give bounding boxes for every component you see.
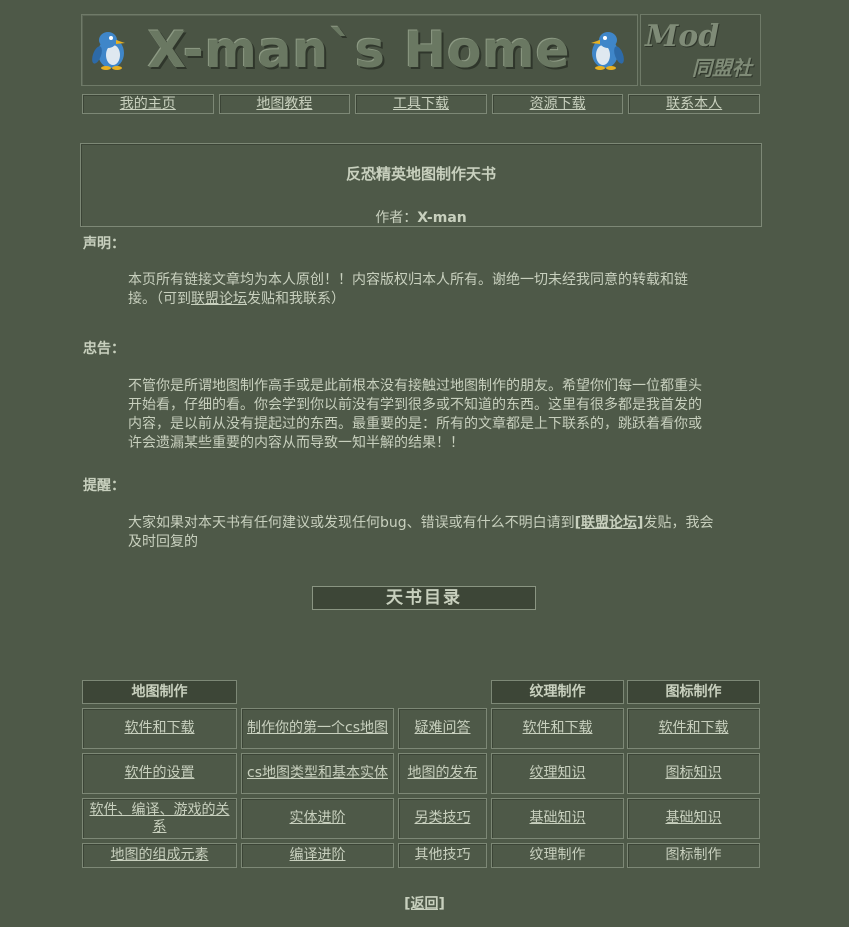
declare-text-b: 发贴和我联系） bbox=[247, 291, 345, 307]
declare-label: 声明： bbox=[83, 236, 125, 252]
cell-label: 其他技巧 bbox=[414, 847, 471, 863]
link-faq[interactable]: 疑难问答 bbox=[398, 708, 487, 749]
cell-label: 另类技巧 bbox=[414, 810, 471, 826]
penguin-icon bbox=[591, 32, 624, 70]
cell-label: 软件和下载 bbox=[658, 720, 729, 736]
nav-tool-download[interactable]: 工具下载 bbox=[355, 94, 487, 114]
cell-label: 基础知识 bbox=[529, 810, 586, 826]
link-alt-tricks[interactable]: 另类技巧 bbox=[398, 798, 487, 839]
cell-label: 纹理制作 bbox=[529, 847, 586, 863]
link-icon-software[interactable]: 软件和下载 bbox=[627, 708, 760, 749]
link-software-compile-game[interactable]: 软件、编译、游戏的关系 bbox=[82, 798, 237, 839]
link-texture-knowledge[interactable]: 纹理知识 bbox=[491, 753, 624, 794]
remind-text-a: 大家如果对本天书有任何建议或发现任何bug、错误或有什么不明白请到 bbox=[128, 515, 575, 531]
link-texture-basics[interactable]: 基础知识 bbox=[491, 798, 624, 839]
link-texture-software[interactable]: 软件和下载 bbox=[491, 708, 624, 749]
link-map-types[interactable]: cs地图类型和基本实体 bbox=[241, 753, 394, 794]
advice-text: 不管你是所谓地图制作高手或是此前根本没有接触过地图制作的朋友。希望你们每一位都重… bbox=[128, 378, 702, 451]
declare-text: 本页所有链接文章均为本人原创！！内容版权归本人所有。谢绝一切未经我同意的转载和链… bbox=[128, 271, 714, 309]
cell-label: 疑难问答 bbox=[414, 720, 471, 736]
nav-home[interactable]: 我的主页 bbox=[82, 94, 214, 114]
texture-making: 纹理制作 bbox=[491, 843, 624, 868]
banner: X-man`s Home bbox=[81, 14, 638, 86]
directory-header: 天书目录 bbox=[312, 586, 536, 610]
cell-label: 地图的发布 bbox=[407, 765, 478, 781]
link-compile-advanced[interactable]: 编译进阶 bbox=[241, 843, 394, 868]
link-map-elements[interactable]: 地图的组成元素 bbox=[82, 843, 237, 868]
cell-label: 图标知识 bbox=[665, 765, 722, 781]
forum-link[interactable]: 联盟论坛 bbox=[191, 291, 247, 307]
link-map-release[interactable]: 地图的发布 bbox=[398, 753, 487, 794]
nav-contact[interactable]: 联系本人 bbox=[628, 94, 760, 114]
cell-label: 软件和下载 bbox=[522, 720, 593, 736]
cell-label: 软件和下载 bbox=[124, 720, 195, 736]
link-software-settings[interactable]: 软件的设置 bbox=[82, 753, 237, 794]
book-title: 反恐精英地图制作天书 bbox=[345, 165, 496, 183]
remind-label: 提醒： bbox=[83, 478, 125, 494]
cell-label: 制作你的第一个cs地图 bbox=[247, 720, 388, 736]
remind-text: 大家如果对本天书有任何建议或发现任何bug、错误或有什么不明白请到[联盟论坛]发… bbox=[128, 514, 714, 552]
nav-resource-download[interactable]: 资源下载 bbox=[491, 94, 624, 114]
header-icon: 图标制作 bbox=[627, 680, 760, 704]
header-texture: 纹理制作 bbox=[491, 680, 624, 704]
mod-logo[interactable]: Mod 同盟社 bbox=[640, 14, 761, 86]
cell-label: 纹理知识 bbox=[529, 765, 586, 781]
cell-label: cs地图类型和基本实体 bbox=[247, 765, 388, 781]
cell-label: 编译进阶 bbox=[289, 847, 346, 863]
author-label: 作者： bbox=[375, 210, 418, 226]
link-icon-basics[interactable]: 基础知识 bbox=[627, 798, 760, 839]
advice-label: 忠告： bbox=[83, 341, 125, 357]
cell-label: 软件的设置 bbox=[124, 765, 195, 781]
link-map-software[interactable]: 软件和下载 bbox=[82, 708, 237, 749]
back-row: [返回] bbox=[0, 893, 849, 913]
penguin-icon bbox=[92, 32, 125, 70]
cell-label: 地图的组成元素 bbox=[110, 847, 209, 863]
back-link[interactable]: [返回] bbox=[404, 896, 445, 912]
link-icon-knowledge[interactable]: 图标知识 bbox=[627, 753, 760, 794]
link-entity-advanced[interactable]: 实体进阶 bbox=[241, 798, 394, 839]
other-tricks: 其他技巧 bbox=[398, 843, 487, 868]
nav-bar: 我的主页 地图教程 工具下载 资源下载 联系本人 bbox=[82, 94, 760, 114]
cell-label: 图标制作 bbox=[665, 847, 722, 863]
link-first-map[interactable]: 制作你的第一个cs地图 bbox=[241, 708, 394, 749]
site-title: X-man`s Home bbox=[147, 21, 571, 79]
author-line: 作者：X-man bbox=[81, 207, 761, 227]
forum-link-bracket[interactable]: [联盟论坛] bbox=[575, 515, 644, 531]
nav-map-tutorial[interactable]: 地图教程 bbox=[218, 94, 351, 114]
title-box: 反恐精英地图制作天书 作者：X-man bbox=[80, 143, 762, 227]
cell-label: 实体进阶 bbox=[289, 810, 346, 826]
logo-text: Mod bbox=[645, 19, 720, 54]
icon-making: 图标制作 bbox=[627, 843, 760, 868]
logo-cn: 同盟社 bbox=[692, 56, 752, 80]
author-name: X-man bbox=[417, 210, 467, 226]
cell-label: 软件、编译、游戏的关系 bbox=[89, 801, 230, 835]
header-map: 地图制作 bbox=[82, 680, 237, 704]
cell-label: 基础知识 bbox=[665, 810, 722, 826]
